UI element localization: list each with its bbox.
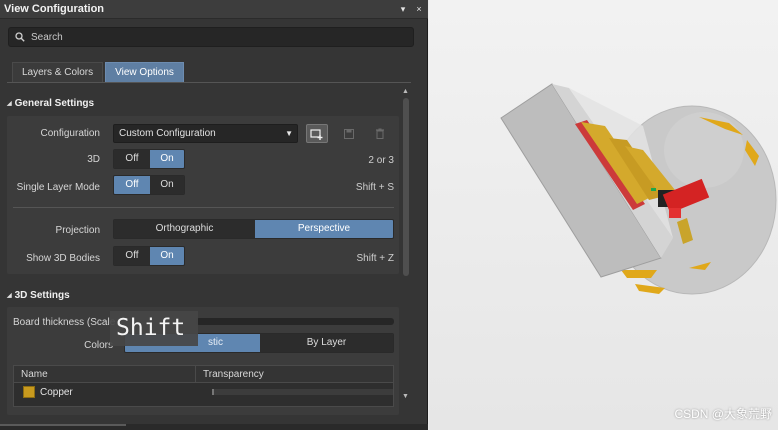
panel-tabs: Layers & Colors View Options — [12, 62, 186, 82]
search-input[interactable] — [31, 31, 391, 43]
close-icon[interactable]: × — [412, 4, 426, 14]
copper-color-swatch[interactable] — [23, 386, 35, 398]
show-3d-bodies-toggle: Off On — [113, 246, 185, 266]
layer-name: Copper — [39, 386, 73, 398]
mode-3d-off-option[interactable]: Off — [114, 150, 150, 168]
single-layer-on-option[interactable]: On — [150, 176, 184, 194]
panel-title: View Configuration — [4, 3, 105, 15]
3d-board-render[interactable] — [429, 0, 778, 430]
column-header-name[interactable]: Name — [14, 366, 196, 382]
mode-3d-on-option[interactable]: On — [150, 150, 184, 168]
bottom-tab-edge — [0, 424, 126, 426]
configuration-dropdown[interactable]: Custom Configuration ▼ — [113, 124, 298, 143]
single-layer-mode-toggle: Off On — [113, 175, 185, 195]
single-layer-mode-shortcut: Shift + S — [355, 182, 394, 193]
table-header: Name Transparency — [14, 366, 393, 383]
general-settings-header[interactable]: ◢ General Settings — [7, 98, 94, 109]
tab-layers-colors[interactable]: Layers & Colors — [12, 62, 104, 82]
search-icon — [15, 32, 25, 42]
configuration-label: Configuration — [40, 128, 100, 139]
column-header-transparency[interactable]: Transparency — [196, 366, 264, 382]
watermark: CSDN @大象荒野 — [674, 407, 772, 421]
delete-configuration-button[interactable] — [369, 124, 391, 143]
colors-label: Colors — [84, 340, 113, 351]
scroll-up-arrow[interactable]: ▲ — [402, 88, 409, 95]
save-configuration-button[interactable] — [338, 124, 360, 143]
keyboard-shortcut-overlay: Shift — [110, 311, 198, 346]
3d-viewport[interactable]: CSDN @大象荒野 — [429, 0, 778, 430]
scroll-down-arrow[interactable]: ▼ — [402, 393, 409, 400]
view-configuration-panel: View Configuration ▾ × Layers & Colors V… — [0, 0, 428, 430]
single-layer-mode-label: Single Layer Mode — [16, 182, 100, 193]
save-icon — [344, 128, 354, 139]
tab-view-options[interactable]: View Options — [105, 62, 184, 82]
mode-3d-shortcut: 2 or 3 — [368, 155, 394, 166]
settings-3d-header[interactable]: ◢ 3D Settings — [7, 290, 70, 301]
panel-titlebar: View Configuration ▾ × — [0, 0, 428, 19]
collapse-triangle-icon: ◢ — [7, 101, 12, 107]
show-3d-bodies-on-option[interactable]: On — [150, 247, 184, 265]
board-thickness-label: Board thickness (Scale — [13, 317, 116, 328]
vertical-scrollbar[interactable] — [403, 98, 409, 276]
layer-transparency-table: Name Transparency Copper — [13, 365, 394, 407]
single-layer-off-option[interactable]: Off — [114, 176, 150, 194]
add-configuration-button[interactable] — [306, 124, 328, 143]
collapse-triangle-icon: ◢ — [7, 293, 12, 299]
chevron-down-icon: ▼ — [285, 129, 293, 138]
transparency-slider[interactable] — [211, 389, 393, 395]
board-thickness-slider[interactable] — [196, 318, 394, 325]
mode-3d-toggle: Off On — [113, 149, 185, 169]
panel-menu-icon[interactable]: ▾ — [396, 4, 410, 15]
projection-perspective-option[interactable]: Perspective — [255, 220, 393, 238]
show-3d-bodies-label: Show 3D Bodies — [26, 253, 100, 264]
panel-bottom-bar — [0, 424, 428, 430]
colors-by-layer-option[interactable]: By Layer — [260, 334, 393, 352]
projection-orthographic-option[interactable]: Orthographic — [114, 220, 255, 238]
table-row[interactable]: Copper — [14, 383, 393, 401]
trash-icon — [376, 128, 384, 139]
search-box[interactable] — [8, 27, 414, 47]
mode-3d-label: 3D — [87, 154, 100, 165]
configuration-value: Custom Configuration — [119, 128, 216, 139]
projection-toggle: Orthographic Perspective — [113, 219, 394, 239]
add-configuration-icon — [310, 128, 323, 140]
general-settings-divider — [13, 207, 394, 208]
show-3d-bodies-off-option[interactable]: Off — [114, 247, 150, 265]
tabs-divider — [7, 82, 411, 83]
show-3d-bodies-shortcut: Shift + Z — [356, 253, 394, 264]
projection-label: Projection — [55, 225, 100, 236]
